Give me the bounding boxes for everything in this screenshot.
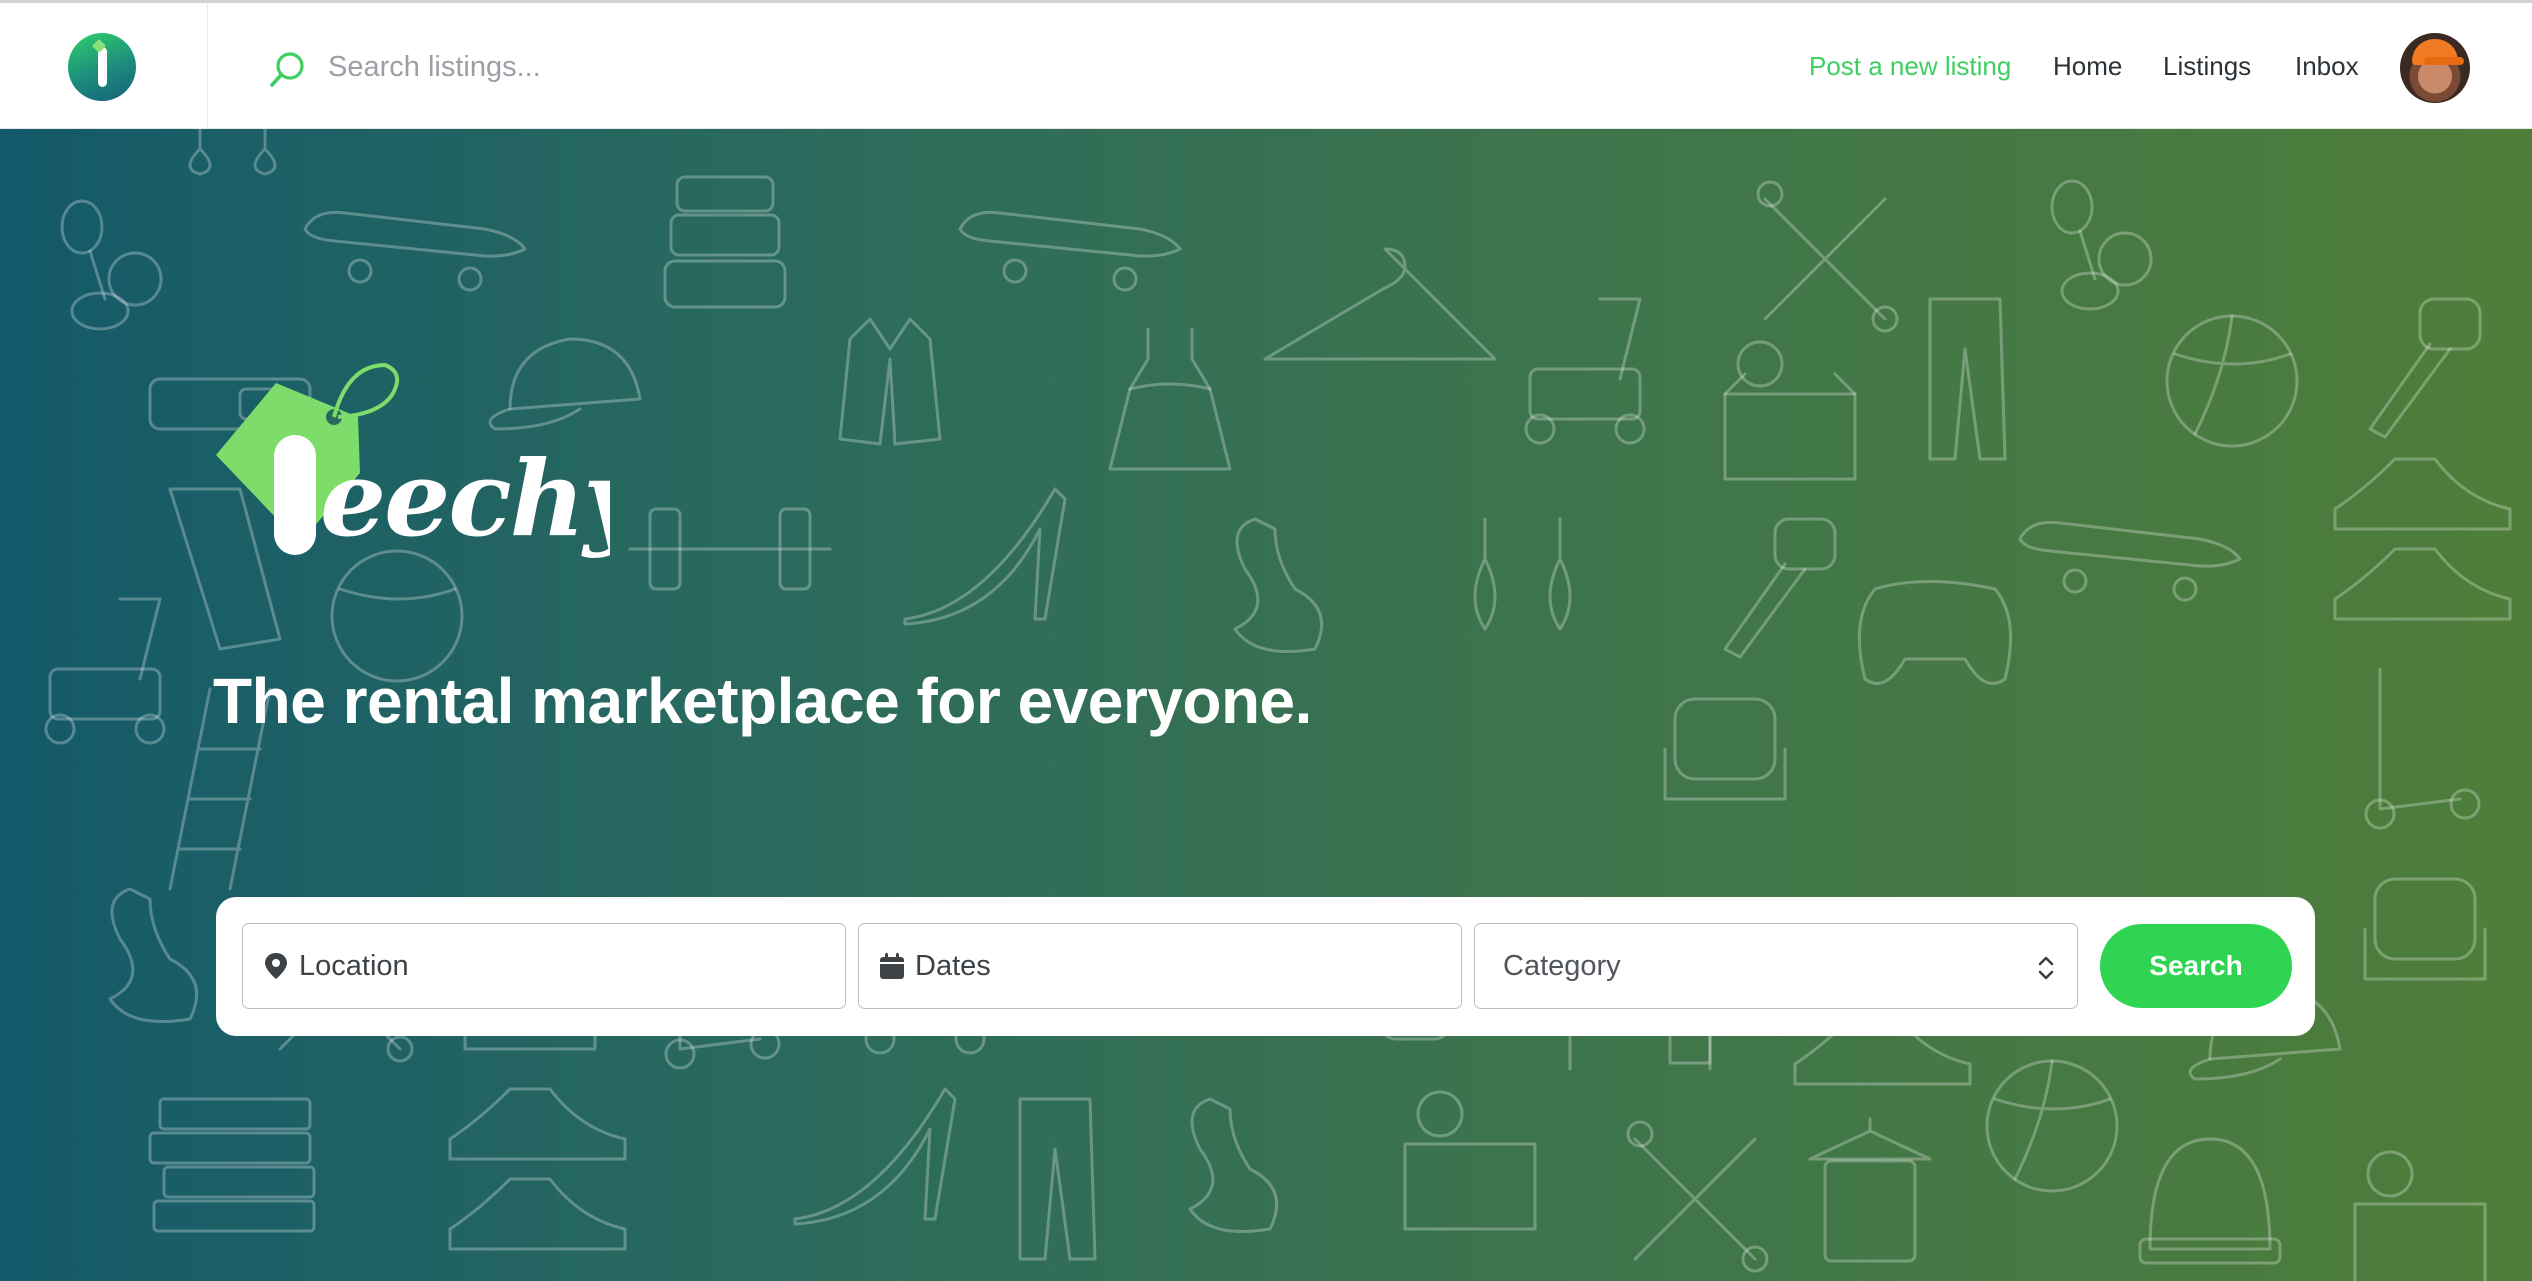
search-button[interactable]: Search <box>2100 924 2292 1008</box>
nav-inbox[interactable]: Inbox <box>2295 3 2359 129</box>
search-listings-input[interactable] <box>328 47 1028 87</box>
leechy-brand-logo: eechy. <box>216 362 610 560</box>
rental-search-form: Location Dates Category Search <box>216 897 2315 1036</box>
location-label: Location <box>299 949 409 982</box>
svg-text:eechy.: eechy. <box>320 437 610 560</box>
location-pin-icon <box>265 953 287 979</box>
hero-tagline: The rental marketplace for everyone. <box>213 665 1312 737</box>
select-chevron-icon <box>2038 956 2054 980</box>
category-select[interactable]: Category <box>1474 923 2078 1009</box>
nav-post-listing[interactable]: Post a new listing <box>1809 3 2011 129</box>
inbox-link[interactable]: Inbox <box>2295 51 2359 82</box>
category-label: Category <box>1503 949 1621 982</box>
calendar-icon <box>880 953 904 979</box>
hero-section: eechy. The rental marketplace for everyo… <box>0 129 2532 1281</box>
top-navigation-bar: Post a new listing Home Listings Inbox <box>0 0 2532 129</box>
home-link[interactable]: Home <box>2053 51 2122 82</box>
nav-listings[interactable]: Listings <box>2163 3 2251 129</box>
dates-label: Dates <box>915 949 991 982</box>
listings-link[interactable]: Listings <box>2163 51 2251 82</box>
location-field[interactable]: Location <box>242 923 846 1009</box>
nav-home[interactable]: Home <box>2053 3 2122 129</box>
search-icon <box>270 52 304 87</box>
user-avatar[interactable] <box>2400 33 2470 103</box>
dates-field[interactable]: Dates <box>858 923 1462 1009</box>
logo-container[interactable] <box>0 3 208 129</box>
leechy-logo-icon[interactable] <box>68 33 136 101</box>
post-listing-link[interactable]: Post a new listing <box>1809 51 2011 82</box>
